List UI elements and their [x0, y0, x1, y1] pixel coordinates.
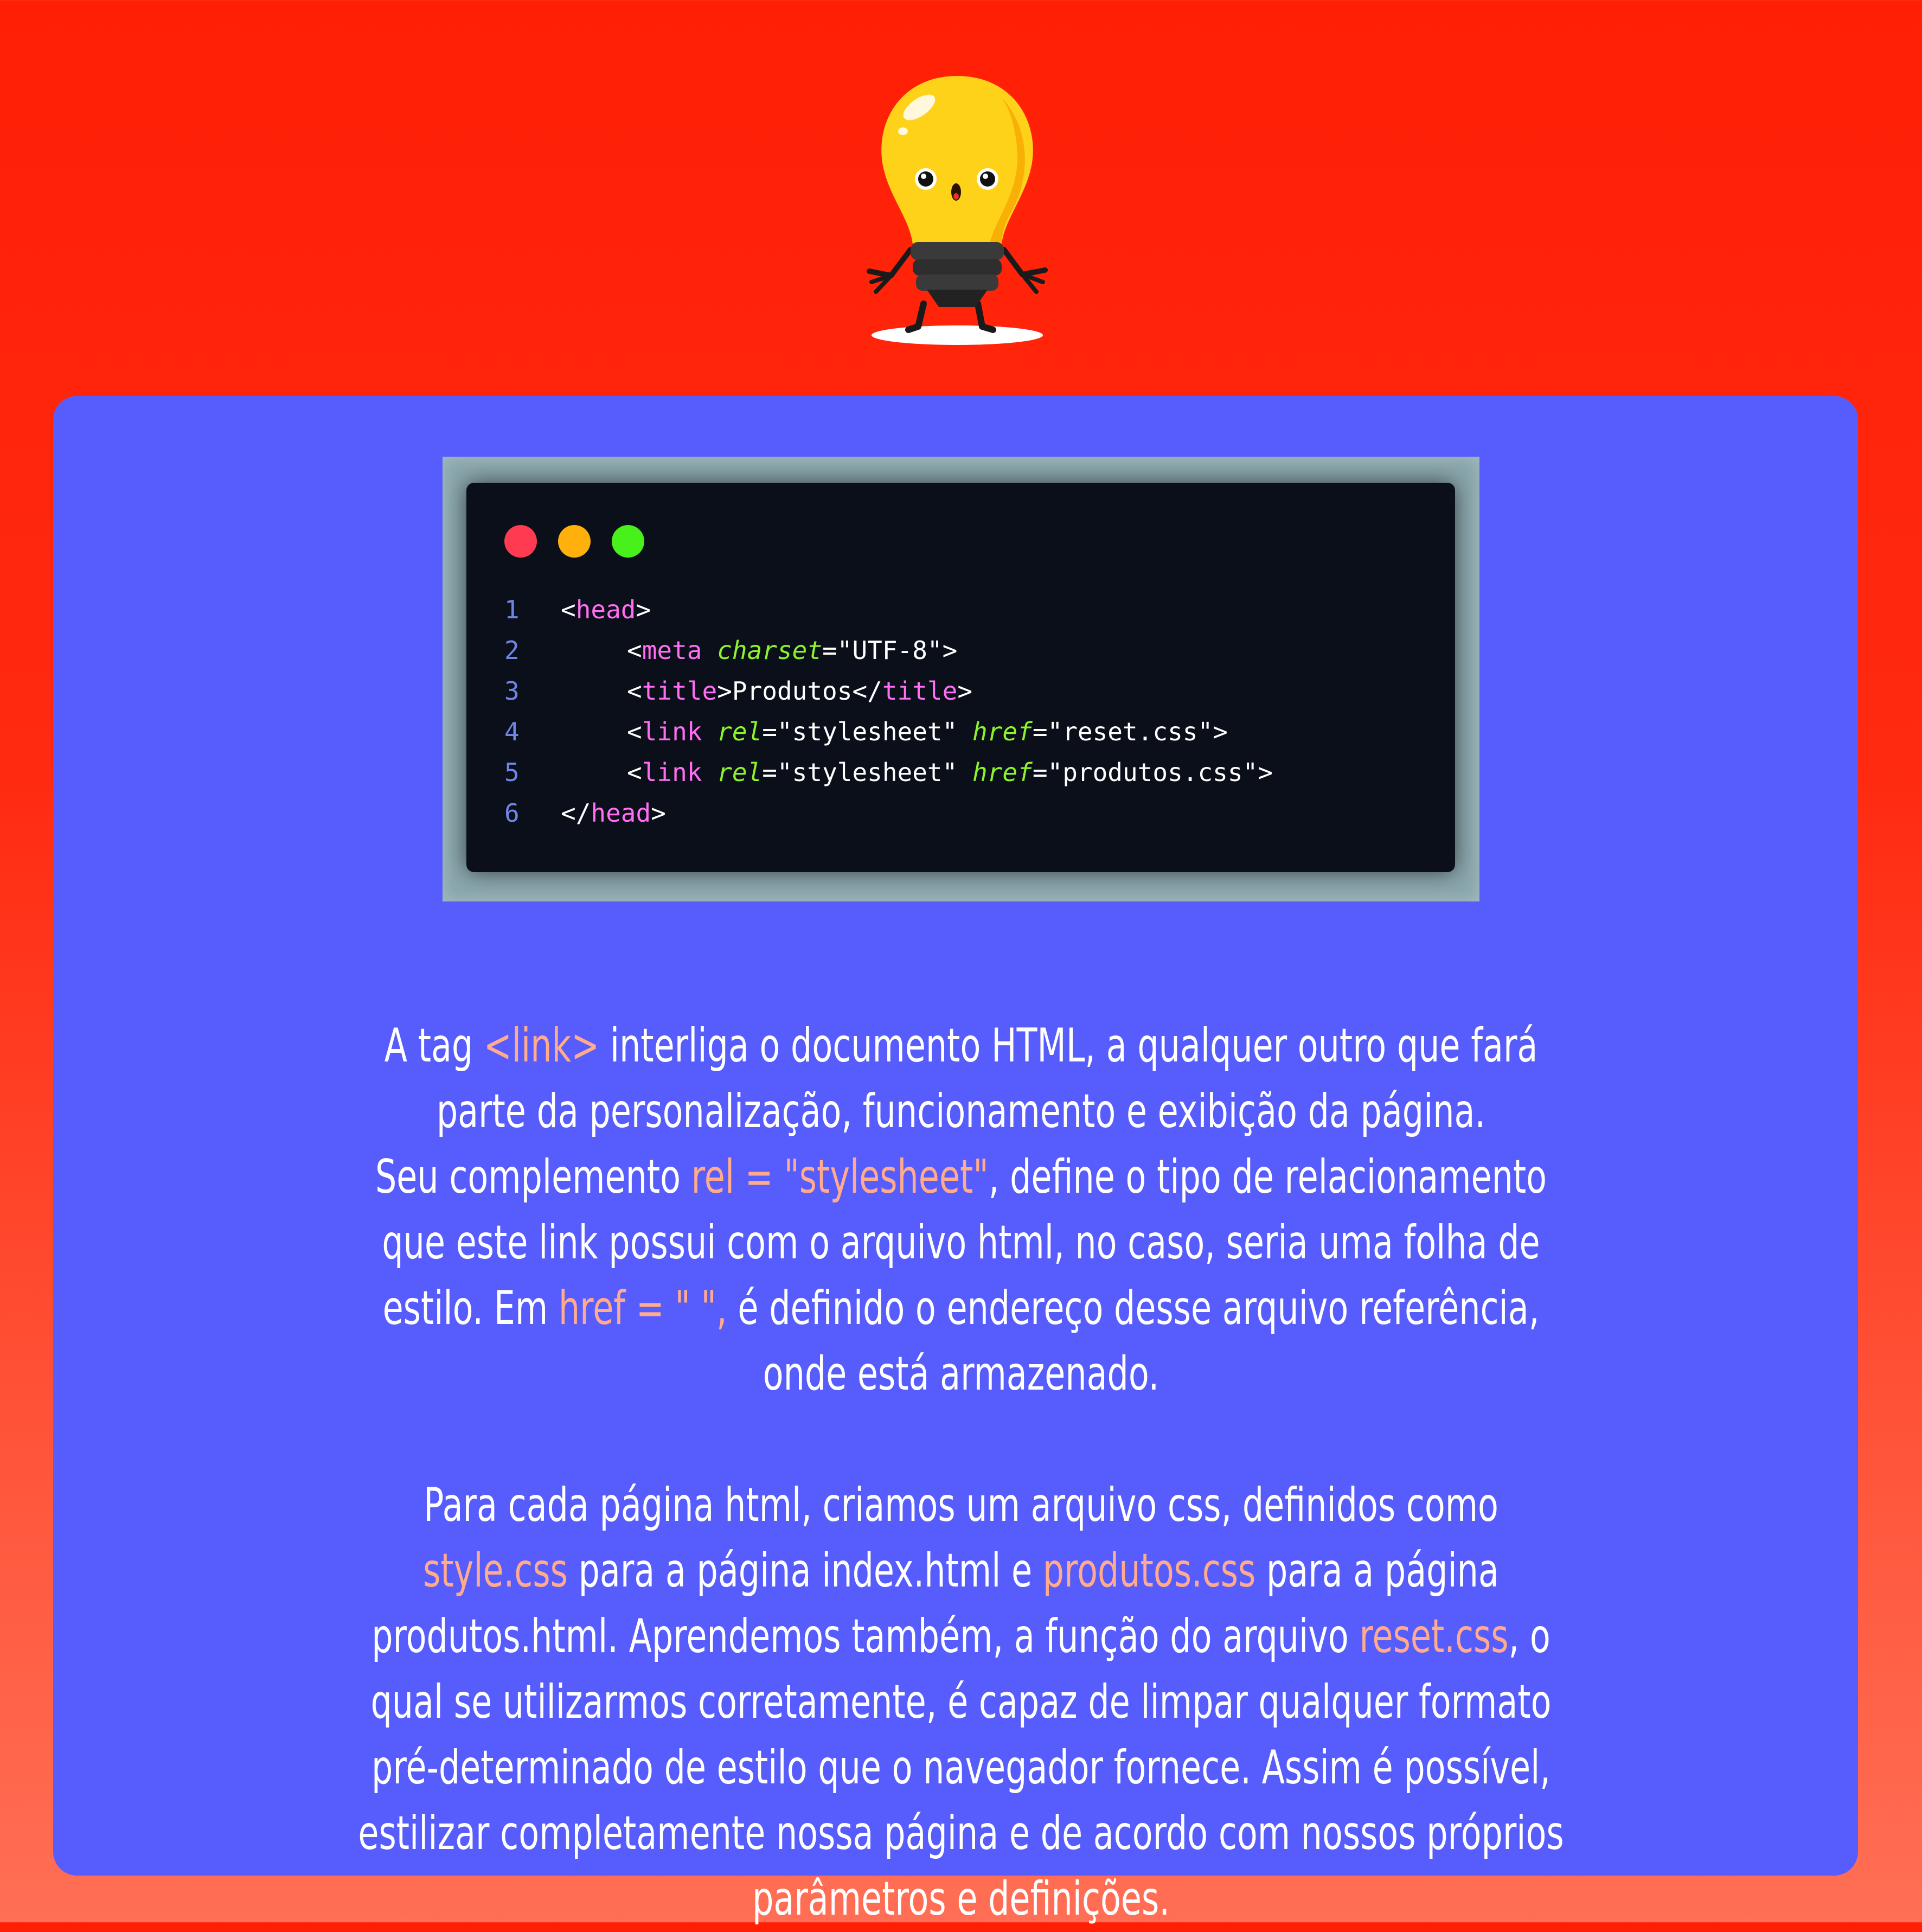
code-tag: link: [642, 758, 702, 787]
code-attribute: charset: [717, 636, 823, 665]
code-attribute: href: [972, 758, 1033, 787]
code-string: "UTF-8": [837, 636, 943, 665]
paragraph: Para cada página html, criamos um arquiv…: [358, 1478, 1564, 1926]
highlighted-term: <link>: [483, 1019, 600, 1073]
window-minimize-dot-icon: [558, 525, 591, 558]
line-number: 2: [504, 636, 520, 665]
code-string: "reset.css": [1047, 717, 1213, 746]
highlighted-term: href = " ",: [558, 1281, 727, 1335]
code-line: 3 <title>Produtos</title>: [504, 671, 972, 712]
code-tag: title: [882, 676, 958, 706]
code-attribute: rel: [717, 717, 763, 746]
window-close-dot-icon: [504, 525, 537, 558]
code-attribute: rel: [717, 758, 763, 787]
code-tag: head: [591, 798, 651, 828]
line-number: 4: [504, 717, 520, 746]
code-tag: meta: [642, 636, 702, 665]
code-tag: link: [642, 717, 702, 746]
code-attribute: href: [972, 717, 1033, 746]
code-string: "stylesheet": [777, 758, 958, 787]
code-line: 1 <head>: [504, 590, 651, 630]
line-number: 5: [504, 758, 520, 787]
paragraph: A tag <link> interliga o documento HTML,…: [384, 1019, 1538, 1138]
code-tag: head: [575, 595, 636, 624]
code-string: "produtos.css": [1047, 758, 1258, 787]
lightbulb-mascot-icon: [867, 76, 1048, 345]
window-maximize-dot-icon: [612, 525, 644, 558]
code-tag: title: [642, 676, 717, 706]
highlighted-term: reset.css: [1359, 1609, 1509, 1664]
line-number: 1: [504, 595, 520, 624]
code-line: 5 <link rel="stylesheet" href="produtos.c…: [504, 752, 1273, 793]
code-text: Produtos: [732, 676, 853, 706]
description-text: A tag <link> interliga o documento HTML,…: [347, 1013, 1575, 1932]
code-line: 6 </head>: [504, 793, 666, 834]
highlighted-term: style.css: [423, 1544, 568, 1598]
code-line: 2 <meta charset="UTF-8">: [504, 630, 957, 671]
code-string: "stylesheet": [777, 717, 958, 746]
line-number: 3: [504, 676, 520, 706]
highlighted-term: rel = "stylesheet": [691, 1150, 989, 1204]
line-number: 6: [504, 798, 520, 828]
highlighted-term: produtos.css: [1042, 1544, 1256, 1598]
paragraph: Seu complemento rel = "stylesheet", defi…: [375, 1150, 1547, 1401]
code-line: 4 <link rel="stylesheet" href="reset.css"…: [504, 712, 1228, 752]
